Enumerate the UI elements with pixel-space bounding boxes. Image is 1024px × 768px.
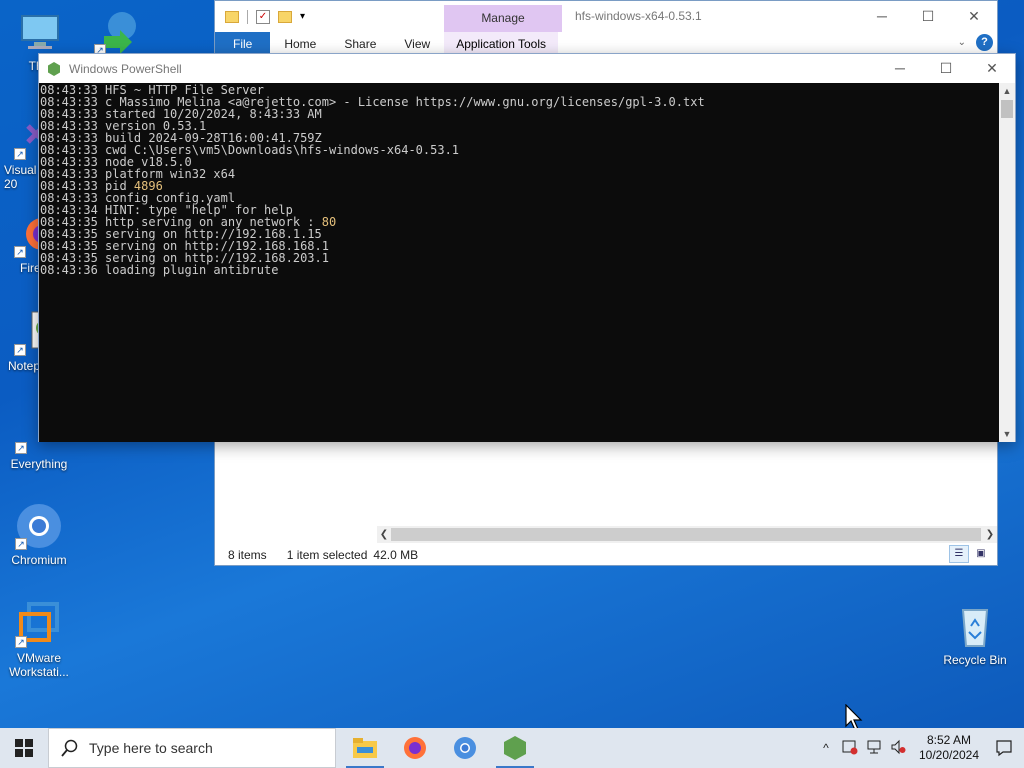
recycle-bin-icon [951, 602, 999, 650]
minimize-button[interactable]: ─ [859, 1, 905, 32]
taskbar-node-powershell[interactable] [490, 728, 540, 768]
scroll-left-icon[interactable]: ❮ [377, 526, 391, 543]
scroll-down-icon[interactable]: ▼ [999, 426, 1015, 442]
scroll-up-icon[interactable]: ▲ [999, 83, 1015, 99]
console-highlight-value: 80 [321, 215, 337, 229]
network-icon[interactable] [862, 739, 886, 758]
clock-date: 10/20/2024 [918, 748, 980, 762]
desktop-icon-label: VMware Workstati... [9, 651, 69, 679]
scroll-right-icon[interactable]: ❯ [983, 526, 997, 543]
chromium-icon: ↗ [15, 502, 63, 550]
node-hexagon-icon [48, 61, 60, 76]
selection-count: 1 item selected [286, 548, 368, 562]
new-folder-icon[interactable] [278, 10, 292, 23]
node-hexagon-icon [504, 736, 526, 760]
close-button[interactable]: ✕ [969, 54, 1015, 83]
shortcut-arrow-icon: ↗ [14, 246, 26, 258]
search-placeholder: Type here to search [89, 740, 213, 756]
quick-access-toolbar: ✓ ▾ [215, 9, 305, 24]
folder-icon [353, 738, 377, 758]
powershell-titlebar[interactable]: Windows PowerShell [39, 54, 1015, 83]
tab-file[interactable]: File [215, 31, 271, 56]
selection-size: 42.0 MB [373, 548, 419, 562]
system-tray: ^ 8:52 AM 10/20/2024 [814, 728, 1024, 768]
maximize-button[interactable]: ☐ [923, 54, 969, 83]
close-button[interactable]: ✕ [951, 1, 997, 32]
scrollbar-thumb[interactable] [1001, 100, 1013, 118]
toolbar-divider [247, 9, 248, 24]
item-count: 8 items [228, 548, 267, 562]
show-hidden-icons-icon[interactable]: ^ [814, 741, 838, 755]
desktop-icon-recycle-bin[interactable]: Recycle Bin [937, 602, 1013, 667]
horizontal-scrollbar[interactable]: ❮ ❯ [377, 526, 997, 543]
computer-icon [16, 8, 64, 56]
security-alert-icon[interactable] [838, 739, 862, 758]
clock-time: 8:52 AM [926, 733, 972, 747]
shortcut-arrow-icon: ↗ [15, 636, 27, 648]
taskbar-file-explorer[interactable] [340, 728, 390, 768]
tab-application-tools[interactable]: Application Tools [444, 31, 559, 56]
console-line: 08:43:33 platform win32 x64 [40, 168, 1001, 180]
taskbar-chromium[interactable] [440, 728, 490, 768]
large-icons-view-icon[interactable]: ▣ [971, 545, 991, 563]
taskbar-search-box[interactable]: Type here to search [48, 728, 336, 768]
vertical-scrollbar[interactable]: ▲ ▼ [999, 83, 1015, 442]
download-manager-icon: ↗ [94, 8, 142, 56]
taskbar: Type here to search ^ 8:52 AM 10/20/2024 [0, 728, 1024, 768]
vmware-icon: ↗ [15, 600, 63, 648]
tab-home[interactable]: Home [270, 37, 330, 51]
start-button[interactable] [0, 728, 48, 768]
shortcut-arrow-icon: ↗ [14, 344, 26, 356]
help-button[interactable]: ? [976, 34, 993, 51]
window-title: Windows PowerShell [69, 61, 182, 76]
powershell-window[interactable]: Windows PowerShell ─ ☐ ✕ 08:43:33 HFS ~ … [38, 53, 1016, 442]
tab-view[interactable]: View [390, 37, 444, 51]
shortcut-arrow-icon: ↗ [15, 442, 27, 454]
desktop-icon-vmware[interactable]: ↗ VMware Workstati... [1, 600, 77, 679]
details-view-icon[interactable]: ☰ [949, 545, 969, 563]
windows-logo-icon [15, 739, 33, 757]
desktop-icon-label: Chromium [11, 553, 67, 567]
explorer-titlebar[interactable]: ✓ ▾ Manage hfs-windows-x64-0.53.1 ─ ☐ ✕ [215, 1, 997, 32]
minimize-button[interactable]: ─ [877, 54, 923, 83]
taskbar-clock[interactable]: 8:52 AM 10/20/2024 [914, 733, 984, 763]
desktop-icon-chromium[interactable]: ↗ Chromium [1, 502, 77, 567]
chromium-icon [454, 737, 476, 759]
console-output[interactable]: 08:43:33 HFS ~ HTTP File Server 08:43:33 … [39, 83, 1001, 442]
shortcut-arrow-icon: ↗ [14, 148, 26, 160]
window-title: hfs-windows-x64-0.53.1 [575, 9, 702, 23]
shortcut-arrow-icon: ↗ [15, 538, 27, 550]
volume-muted-icon[interactable] [886, 739, 910, 758]
scrollbar-thumb[interactable] [391, 528, 981, 541]
properties-icon[interactable]: ✓ [256, 9, 270, 24]
desktop-icon-label: Everything [10, 457, 68, 471]
console-line: 08:43:36 loading plugin antibrute [40, 264, 1001, 276]
manage-contextual-tab[interactable]: Manage [444, 5, 562, 32]
console-line-text: 08:43:36 loading plugin antibrute [40, 263, 279, 277]
taskbar-firefox[interactable] [390, 728, 440, 768]
search-icon [61, 739, 78, 757]
tab-share[interactable]: Share [330, 37, 390, 51]
maximize-button[interactable]: ☐ [905, 1, 951, 32]
status-bar: 8 items 1 item selected 42.0 MB [215, 545, 997, 565]
expand-ribbon-icon[interactable]: ⌄ [958, 37, 966, 48]
desktop-icon-idm[interactable]: ↗ [80, 8, 156, 59]
firefox-icon [404, 737, 426, 759]
folder-icon [225, 10, 239, 23]
desktop-icon-label: Recycle Bin [943, 653, 1007, 667]
notification-center-icon[interactable] [984, 739, 1024, 757]
customize-toolbar-icon[interactable]: ▾ [300, 11, 305, 22]
